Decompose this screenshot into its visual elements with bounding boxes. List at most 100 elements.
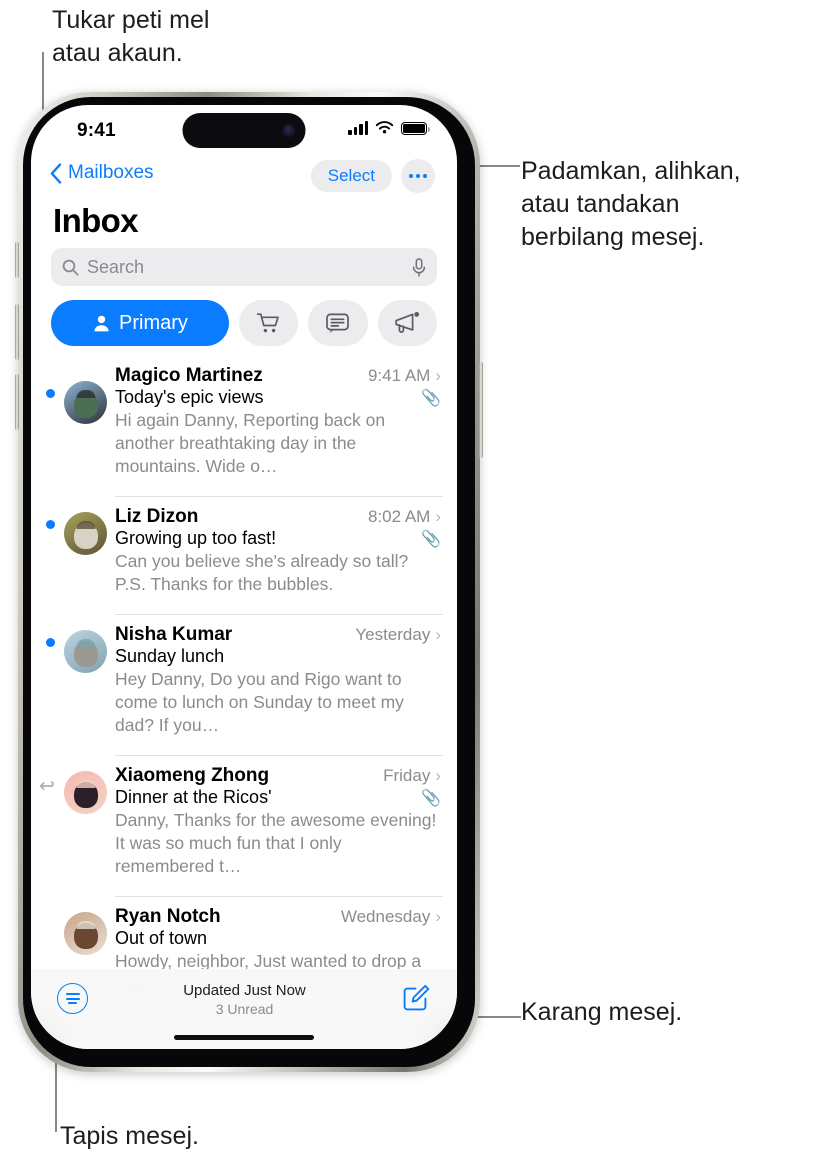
message-header: Magico Martinez 9:41 AM › <box>115 365 441 387</box>
unread-dot <box>46 638 55 647</box>
chip-updates[interactable] <box>308 300 368 346</box>
message-row-left <box>31 365 115 478</box>
message-time: 9:41 AM <box>367 366 431 385</box>
message-preview: Can you believe she's already so tall? P… <box>115 551 409 594</box>
avatar <box>64 381 107 424</box>
message-meta: Friday › <box>383 766 441 786</box>
replied-icon: ↩ <box>39 776 55 797</box>
avatar <box>64 771 107 814</box>
microphone-icon[interactable] <box>412 257 426 277</box>
message-meta: 9:41 AM › <box>368 366 441 386</box>
status-icons <box>348 121 430 135</box>
callout-filter: Tapis mesej. <box>60 1122 199 1150</box>
callout-select: Padamkan, alihkan, atau tandakan berbila… <box>521 157 741 251</box>
message-time: 8:02 AM <box>367 507 431 526</box>
front-camera-icon <box>282 124 296 137</box>
message-meta: Wednesday › <box>341 907 441 927</box>
phone-screen: 9:41 Mailboxes Select Inbox Search Prima… <box>31 105 457 1049</box>
message-meta: 8:02 AM › <box>368 507 441 527</box>
nav-bar: Mailboxes Select <box>31 157 457 199</box>
message-row[interactable]: ↩ Xiaomeng Zhong Friday › Dinner at the Rico… <box>31 746 457 887</box>
chip-primary-label: Primary <box>119 311 188 334</box>
home-indicator <box>174 1034 314 1040</box>
message-subject-line: Out of town <box>115 928 441 949</box>
ellipsis-icon <box>409 174 413 178</box>
filter-button[interactable] <box>57 983 88 1014</box>
chip-transactions[interactable] <box>239 300 299 346</box>
message-meta: Yesterday › <box>355 625 441 645</box>
volume-down-button[interactable] <box>15 374 19 430</box>
chip-promotions[interactable] <box>377 300 437 346</box>
filter-icon <box>65 993 80 995</box>
message-time: Yesterday <box>355 625 431 644</box>
message-header: Ryan Notch Wednesday › <box>115 906 441 928</box>
message-header: Liz Dizon 8:02 AM › <box>115 506 441 528</box>
search-input[interactable]: Search <box>51 248 437 286</box>
chevron-left-icon <box>50 162 62 184</box>
message-content: Liz Dizon 8:02 AM › Growing up too fast! 📎 Ca… <box>115 496 443 596</box>
category-chips: Primary <box>51 300 437 346</box>
message-subject-line: Today's epic views 📎 <box>115 387 441 408</box>
message-row[interactable]: Nisha Kumar Yesterday › Sunday lunch Hey Dan… <box>31 605 457 746</box>
action-button[interactable] <box>15 242 19 278</box>
unread-count: 3 Unread <box>215 1001 274 1017</box>
message-subject: Growing up too fast! <box>115 528 277 548</box>
bottom-toolbar: Updated Just Now 3 Unread <box>31 969 457 1049</box>
compose-button[interactable] <box>401 983 431 1013</box>
message-row[interactable]: Liz Dizon 8:02 AM › Growing up too fast! 📎 Ca… <box>31 487 457 605</box>
attachment-icon: 📎 <box>421 530 441 548</box>
megaphone-icon <box>395 312 419 333</box>
message-sender: Nisha Kumar <box>115 624 233 645</box>
message-header: Nisha Kumar Yesterday › <box>115 624 441 646</box>
message-preview: Hi again Danny, Reporting back on anothe… <box>115 410 386 476</box>
unread-dot <box>46 520 55 529</box>
chip-primary[interactable]: Primary <box>51 300 229 346</box>
search-icon <box>62 259 79 275</box>
select-button[interactable]: Select <box>310 160 392 192</box>
wifi-icon <box>375 121 394 134</box>
attachment-icon: 📎 <box>421 389 441 407</box>
avatar <box>64 630 107 673</box>
message-preview: Hey Danny, Do you and Rigo want to come … <box>115 669 404 735</box>
volume-up-button[interactable] <box>15 304 19 360</box>
avatar <box>64 512 107 555</box>
message-content: Xiaomeng Zhong Friday › Dinner at the Ricos… <box>115 755 443 878</box>
cart-icon <box>256 312 280 332</box>
signal-bars-icon <box>348 121 368 135</box>
chevron-right-icon: › <box>435 766 441 785</box>
search-placeholder: Search <box>87 256 145 277</box>
chevron-right-icon: › <box>435 907 441 926</box>
person-icon <box>94 315 109 331</box>
message-time: Wednesday <box>340 907 431 926</box>
nav-right-group: Select <box>310 159 435 193</box>
message-row[interactable]: Magico Martinez 9:41 AM › Today's epic view… <box>31 356 457 487</box>
callout-compose: Karang mesej. <box>521 998 683 1026</box>
chevron-right-icon: › <box>435 507 441 526</box>
message-subject: Today's epic views <box>115 387 264 407</box>
message-subject: Sunday lunch <box>115 646 225 666</box>
more-options-button[interactable] <box>401 159 435 193</box>
iphone-device: 9:41 Mailboxes Select Inbox Search Prima… <box>15 92 483 1072</box>
message-subject-line: Sunday lunch <box>115 646 441 667</box>
message-sender: Liz Dizon <box>115 506 199 527</box>
message-list[interactable]: Magico Martinez 9:41 AM › Today's epic view… <box>31 356 457 1049</box>
updated-text: Updated Just Now <box>183 982 306 999</box>
message-row-left <box>31 496 115 596</box>
mailboxes-back-label: Mailboxes <box>68 162 154 183</box>
sync-status: Updated Just Now 3 Unread <box>88 982 401 1017</box>
message-content: Nisha Kumar Yesterday › Sunday lunch Hey Dan… <box>115 614 443 737</box>
message-subject-line: Growing up too fast! 📎 <box>115 528 441 549</box>
chat-bubble-icon <box>326 313 350 333</box>
message-subject: Out of town <box>115 928 208 948</box>
message-time: Friday <box>383 766 431 785</box>
status-bar: 9:41 <box>31 105 457 157</box>
message-subject-line: Dinner at the Ricos' 📎 <box>115 787 441 808</box>
avatar <box>64 912 107 955</box>
unread-dot <box>46 389 55 398</box>
chevron-right-icon: › <box>435 366 441 385</box>
power-button[interactable] <box>479 362 483 458</box>
message-row-left: ↩ <box>31 755 115 878</box>
message-content: Magico Martinez 9:41 AM › Today's epic view… <box>115 365 443 478</box>
mailboxes-back-button[interactable]: Mailboxes <box>50 162 154 184</box>
dynamic-island <box>182 113 306 148</box>
